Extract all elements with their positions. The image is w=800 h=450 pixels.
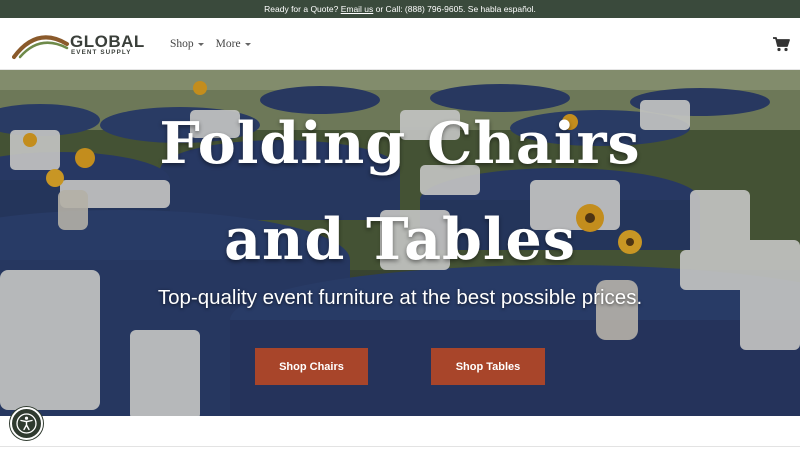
nav-more-label: More	[215, 38, 241, 50]
shop-chairs-button[interactable]: Shop Chairs	[255, 348, 368, 385]
chevron-down-icon	[197, 43, 204, 46]
nav-shop-label: Shop	[170, 38, 194, 50]
announcement-suffix: or Call: (888) 796-9605. Se habla españo…	[373, 4, 536, 14]
main-nav: Shop More	[170, 38, 251, 50]
hero-title-line-1: Folding Chairs	[159, 110, 641, 177]
logo-word-event-supply: EVENT SUPPLY	[71, 49, 132, 56]
nav-shop[interactable]: Shop	[170, 38, 204, 50]
announcement-prefix: Ready for a Quote?	[264, 4, 341, 14]
hero-subtitle: Top-quality event furniture at the best …	[157, 286, 643, 309]
accessibility-icon	[16, 413, 37, 434]
hero-title-line-2: and Tables	[224, 206, 576, 273]
announcement-bar: Ready for a Quote? Email us or Call: (88…	[0, 0, 800, 18]
section-divider	[0, 446, 800, 447]
shopping-cart-icon[interactable]	[773, 37, 790, 52]
site-logo[interactable]: GLOBAL EVENT SUPPLY	[12, 30, 147, 60]
nav-more[interactable]: More	[216, 38, 251, 50]
accessibility-button[interactable]	[10, 407, 43, 440]
chevron-down-icon	[244, 43, 251, 46]
logo-arc-icon	[12, 35, 69, 59]
shop-tables-button[interactable]: Shop Tables	[431, 348, 545, 385]
email-us-link[interactable]: Email us	[341, 4, 374, 14]
site-header: GLOBAL EVENT SUPPLY Shop More	[0, 18, 800, 70]
